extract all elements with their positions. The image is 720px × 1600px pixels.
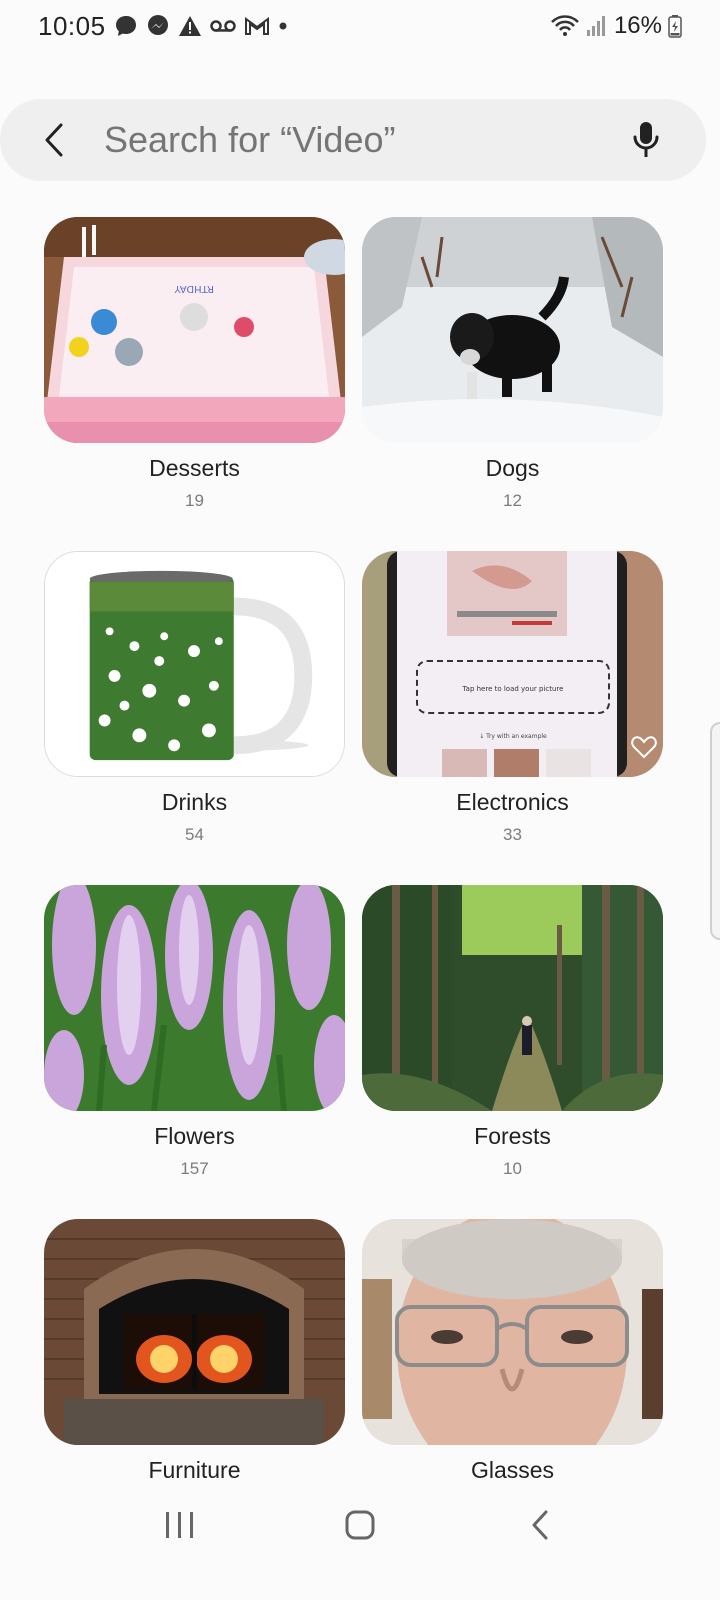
battery-icon: [668, 14, 682, 38]
electronics-photo-text-1: Tap here to load your picture: [462, 685, 564, 693]
category-card-electronics[interactable]: Tap here to load your picture ↓ Try with…: [362, 551, 663, 851]
flowers-thumbnail: [44, 885, 345, 1111]
category-count: 33: [503, 825, 522, 844]
nav-back-button[interactable]: [510, 1495, 570, 1555]
svg-text:RTHDAY: RTHDAY: [174, 283, 214, 294]
dot-icon: [278, 21, 288, 31]
category-card-dogs[interactable]: Dogs 12: [362, 217, 663, 517]
category-card-furniture[interactable]: Furniture: [44, 1219, 345, 1519]
category-label: Drinks: [161, 789, 228, 815]
home-button[interactable]: [330, 1495, 390, 1555]
status-right: 16%: [550, 12, 682, 40]
back-button[interactable]: [24, 110, 84, 170]
voicemail-icon: [209, 18, 236, 34]
navigation-bar: [0, 1490, 720, 1560]
category-label: Dogs: [485, 455, 540, 481]
category-card-drinks[interactable]: Drinks 54: [44, 551, 345, 851]
message-icon: [114, 14, 138, 38]
back-arrow-icon: [45, 123, 63, 157]
category-card-desserts[interactable]: RTHDAY Desserts 19: [44, 217, 345, 517]
category-label: Furniture: [148, 1457, 241, 1483]
category-card-forests[interactable]: Forests 10: [362, 885, 663, 1185]
category-label: Glasses: [470, 1457, 555, 1483]
forests-thumbnail: [362, 885, 663, 1111]
category-count: 10: [503, 1159, 522, 1178]
category-count: 157: [180, 1159, 209, 1178]
furniture-thumbnail: [44, 1219, 345, 1445]
home-icon: [345, 1510, 375, 1540]
recent-apps-icon: [166, 1512, 193, 1538]
search-input[interactable]: [104, 119, 616, 161]
messenger-icon: [146, 14, 170, 38]
status-left: 10:05: [38, 11, 288, 42]
electronics-thumbnail: Tap here to load your picture ↓ Try with…: [362, 551, 663, 777]
voice-search-button[interactable]: [616, 110, 676, 170]
alert-icon: [178, 15, 202, 37]
fast-scroll-handle[interactable]: [710, 722, 720, 940]
gmail-icon: [244, 16, 270, 36]
category-card-flowers[interactable]: Flowers 157: [44, 885, 345, 1185]
status-bar: 10:05 16%: [0, 0, 720, 52]
dogs-thumbnail: [362, 217, 663, 443]
category-label: Flowers: [154, 1123, 235, 1149]
nav-back-icon: [532, 1510, 548, 1540]
drinks-thumbnail: [44, 551, 345, 777]
favorite-heart-icon[interactable]: [631, 735, 657, 759]
microphone-icon: [633, 122, 659, 157]
category-label: Forests: [474, 1123, 551, 1149]
desserts-thumbnail: RTHDAY: [44, 217, 345, 443]
search-bar: [0, 99, 706, 181]
status-time: 10:05: [38, 10, 106, 41]
battery-percent: 16%: [613, 12, 662, 39]
recent-apps-button[interactable]: [150, 1495, 210, 1555]
category-count: 54: [185, 825, 204, 844]
category-label: Electronics: [456, 789, 569, 815]
glasses-thumbnail: [362, 1219, 663, 1445]
category-count: 12: [503, 491, 522, 510]
category-label: Desserts: [149, 455, 240, 481]
category-card-glasses[interactable]: Glasses: [362, 1219, 663, 1519]
wifi-icon: [550, 14, 580, 38]
signal-icon: [586, 15, 608, 37]
category-count: 19: [185, 491, 204, 510]
electronics-photo-text-2: ↓ Try with an example: [479, 733, 547, 740]
